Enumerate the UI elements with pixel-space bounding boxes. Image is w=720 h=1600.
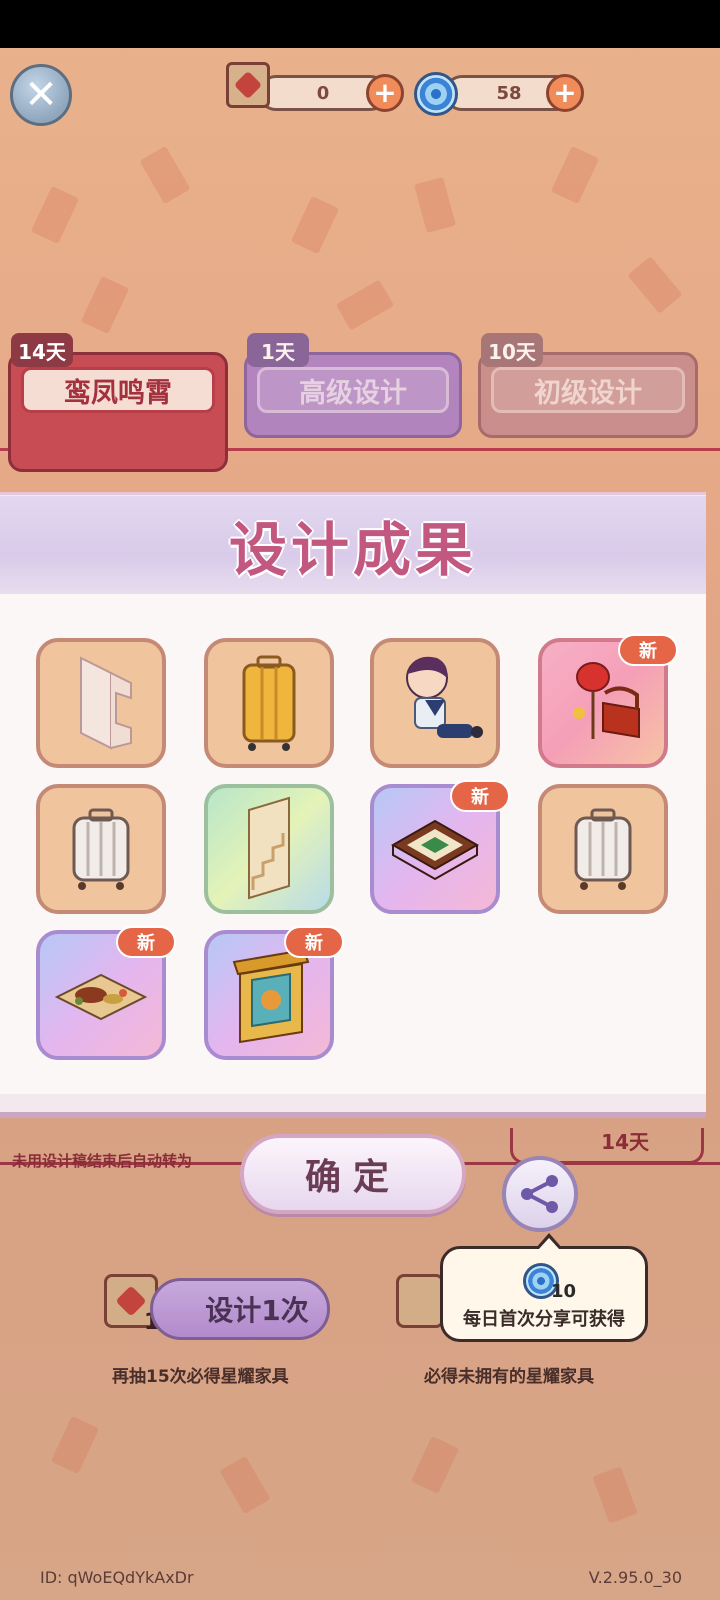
tab-days-badge: 1天 bbox=[247, 333, 309, 367]
share-reward-count: 10 bbox=[551, 1281, 577, 1302]
status-bar bbox=[0, 0, 720, 48]
tab-label: 初级设计 bbox=[491, 367, 685, 413]
result-item-game-board-table[interactable]: 新 bbox=[370, 780, 510, 914]
result-item-staircase-door[interactable] bbox=[204, 784, 334, 914]
tab-basic-design[interactable]: 10天 初级设计 bbox=[478, 333, 698, 438]
suitcase-icon bbox=[574, 808, 632, 890]
tab-luanfeng[interactable]: 14天 鸾凤鸣霄 bbox=[8, 333, 228, 472]
player-id: ID: qWoEQdYkAxDr bbox=[40, 1568, 194, 1587]
new-badge: 新 bbox=[450, 780, 510, 812]
design-scroll-icon bbox=[226, 62, 270, 108]
result-item-doll-character[interactable] bbox=[370, 638, 500, 768]
doll-character-icon bbox=[406, 656, 483, 738]
result-item-red-lantern-chair[interactable]: 新 bbox=[538, 634, 678, 768]
new-badge: 新 bbox=[618, 634, 678, 666]
new-badge: 新 bbox=[116, 926, 176, 958]
share-reward-text: 每日首次分享可获得 bbox=[463, 1309, 625, 1330]
design-once-button[interactable]: 设计1次 bbox=[150, 1278, 330, 1340]
result-item-white-suitcase[interactable] bbox=[538, 784, 668, 914]
guarantee-hint: 必得未拥有的星耀家具 bbox=[424, 1367, 594, 1387]
tab-days-badge: 14天 bbox=[11, 333, 73, 367]
design-scroll-icon bbox=[396, 1274, 444, 1328]
result-item-food-platter[interactable]: 新 bbox=[36, 926, 176, 1060]
unused-scroll-hint: 未用设计稿结束后自动转为 bbox=[12, 1152, 193, 1170]
tab-days-badge: 10天 bbox=[481, 333, 543, 367]
result-item-white-suitcase[interactable] bbox=[36, 784, 166, 914]
add-star-swirl-button[interactable]: + bbox=[546, 74, 584, 112]
result-item-wall-arch[interactable] bbox=[36, 638, 166, 768]
result-grid: 新 新 新 新 bbox=[0, 594, 706, 1094]
wall-arch-icon bbox=[80, 656, 132, 750]
result-item-ornate-gate[interactable]: 新 bbox=[204, 926, 344, 1060]
new-badge: 新 bbox=[284, 926, 344, 958]
pity-hint: 再抽15次必得星耀家具 bbox=[112, 1367, 289, 1387]
staircase-door-icon bbox=[248, 796, 290, 900]
close-button[interactable]: ✕ bbox=[10, 64, 72, 126]
tab-label: 高级设计 bbox=[257, 367, 449, 413]
suitcase-icon bbox=[72, 808, 130, 890]
tab-advanced-design[interactable]: 1天 高级设计 bbox=[244, 333, 462, 438]
share-button[interactable] bbox=[502, 1156, 578, 1232]
star-swirl-currency: 58 + bbox=[412, 72, 584, 116]
food-platter-icon bbox=[54, 973, 148, 1021]
swirl-icon bbox=[414, 72, 458, 116]
tab-label: 鸾凤鸣霄 bbox=[21, 367, 215, 413]
suitcase-icon bbox=[242, 655, 296, 751]
result-item-yellow-suitcase[interactable] bbox=[204, 638, 334, 768]
share-icon bbox=[521, 1175, 558, 1213]
close-icon: ✕ bbox=[24, 72, 58, 118]
design-scroll-currency: 0 + bbox=[226, 62, 404, 114]
share-reward-tooltip: 10 每日首次分享可获得 bbox=[440, 1233, 648, 1342]
confirm-button[interactable]: 确定 bbox=[240, 1134, 466, 1214]
lantern-chair-icon bbox=[573, 662, 640, 739]
add-design-scroll-button[interactable]: + bbox=[366, 74, 404, 112]
result-title: 设计成果 bbox=[228, 516, 477, 584]
result-panel-header: 设计成果 bbox=[0, 496, 706, 594]
game-board-icon bbox=[390, 819, 480, 881]
version-label: V.2.95.0_30 bbox=[588, 1568, 682, 1587]
